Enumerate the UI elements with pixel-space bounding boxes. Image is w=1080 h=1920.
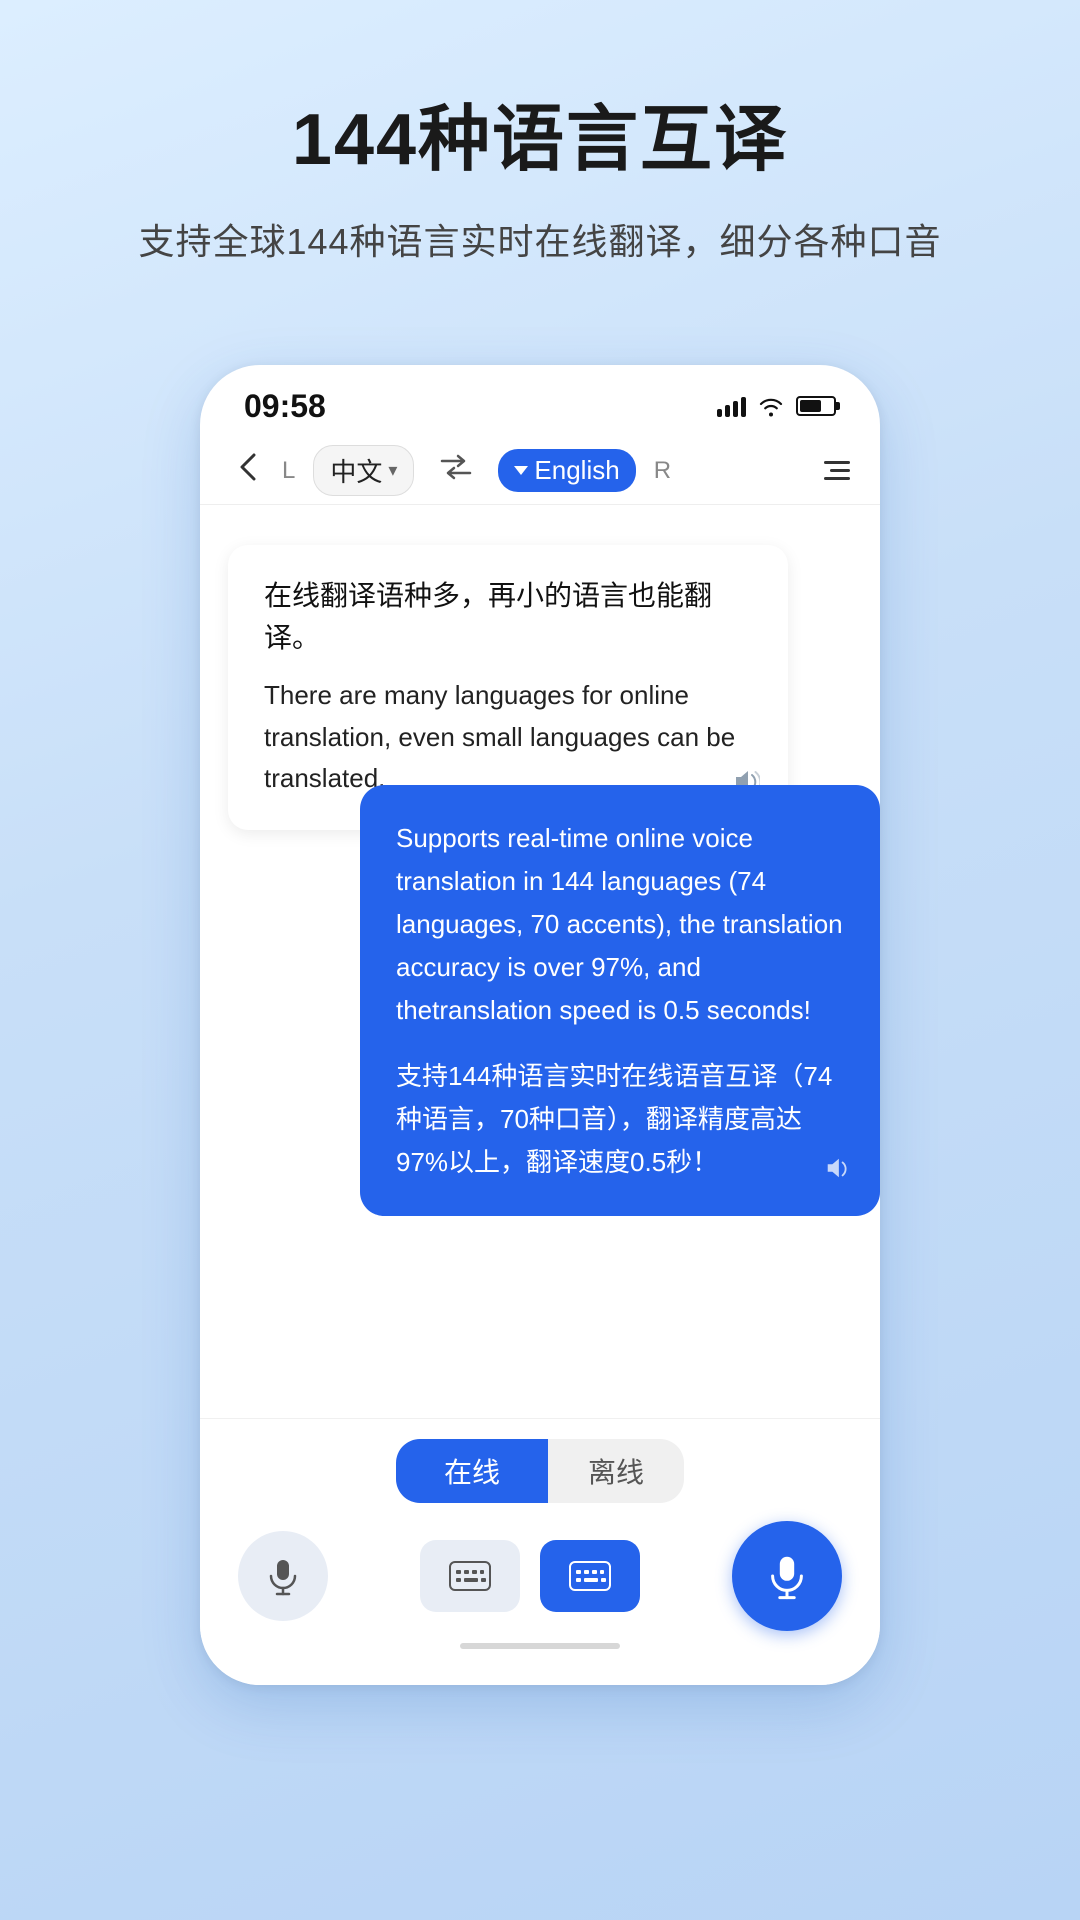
right-bubble-cn-text: 支持144种语言实时在线语音互译（74种语言，70种口音），翻译精度高达97%以… xyxy=(396,1055,844,1184)
status-bar: 09:58 xyxy=(200,365,880,437)
bottom-controls xyxy=(228,1521,852,1631)
keyboard-button-gray[interactable] xyxy=(420,1540,520,1612)
left-lang-label: 中文 xyxy=(330,452,382,489)
right-lang-label: English xyxy=(534,455,619,486)
right-chat-bubble: Supports real-time online voice translat… xyxy=(360,785,880,1216)
keyboard-icon-gray xyxy=(448,1560,492,1592)
offline-mode-button[interactable]: 离线 xyxy=(548,1439,684,1503)
keyboard-button-blue[interactable] xyxy=(540,1540,640,1612)
status-icons xyxy=(717,395,836,417)
nav-bar: L 中文 ▾ English R xyxy=(200,437,880,505)
bottom-bar: 在线 离线 xyxy=(200,1418,880,1685)
chevron-down-icon: ▾ xyxy=(388,460,397,481)
page-subtitle: 支持全球144种语言实时在线翻译，细分各种口音 xyxy=(138,213,941,265)
right-lang-button[interactable]: English xyxy=(498,449,635,492)
left-lang-button[interactable]: 中文 ▾ xyxy=(313,445,414,496)
signal-icon xyxy=(717,395,746,417)
wifi-icon xyxy=(758,395,784,417)
battery-icon xyxy=(796,396,836,416)
keyboard-buttons xyxy=(420,1540,640,1612)
swap-languages-button[interactable] xyxy=(430,449,482,492)
right-bubble-en-text: Supports real-time online voice translat… xyxy=(396,817,844,1031)
mic-button-right[interactable] xyxy=(732,1521,842,1631)
menu-button[interactable] xyxy=(824,461,850,480)
dropdown-triangle-icon xyxy=(514,466,528,475)
page-title: 144种语言互译 xyxy=(292,80,788,185)
left-bubble-cn-text: 在线翻译语种多，再小的语言也能翻译。 xyxy=(264,575,752,659)
phone-mockup: 09:58 xyxy=(160,325,920,1705)
right-lang-suffix: R xyxy=(654,457,671,485)
microphone-icon-left xyxy=(263,1556,303,1596)
keyboard-icon-blue xyxy=(568,1560,612,1592)
online-mode-button[interactable]: 在线 xyxy=(396,1439,548,1503)
back-button[interactable] xyxy=(230,447,266,494)
sound-icon-right[interactable] xyxy=(824,1155,850,1188)
microphone-icon-right xyxy=(763,1552,811,1600)
left-bubble-en-text: There are many languages for online tran… xyxy=(264,675,752,800)
phone-screen: 09:58 xyxy=(200,365,880,1685)
home-indicator xyxy=(460,1643,620,1649)
chat-area: 在线翻译语种多，再小的语言也能翻译。 There are many langua… xyxy=(200,505,880,1418)
left-lang-prefix: L xyxy=(282,457,295,485)
mic-button-left[interactable] xyxy=(238,1531,328,1621)
mode-selector: 在线 离线 xyxy=(228,1439,852,1503)
status-time: 09:58 xyxy=(244,388,326,425)
